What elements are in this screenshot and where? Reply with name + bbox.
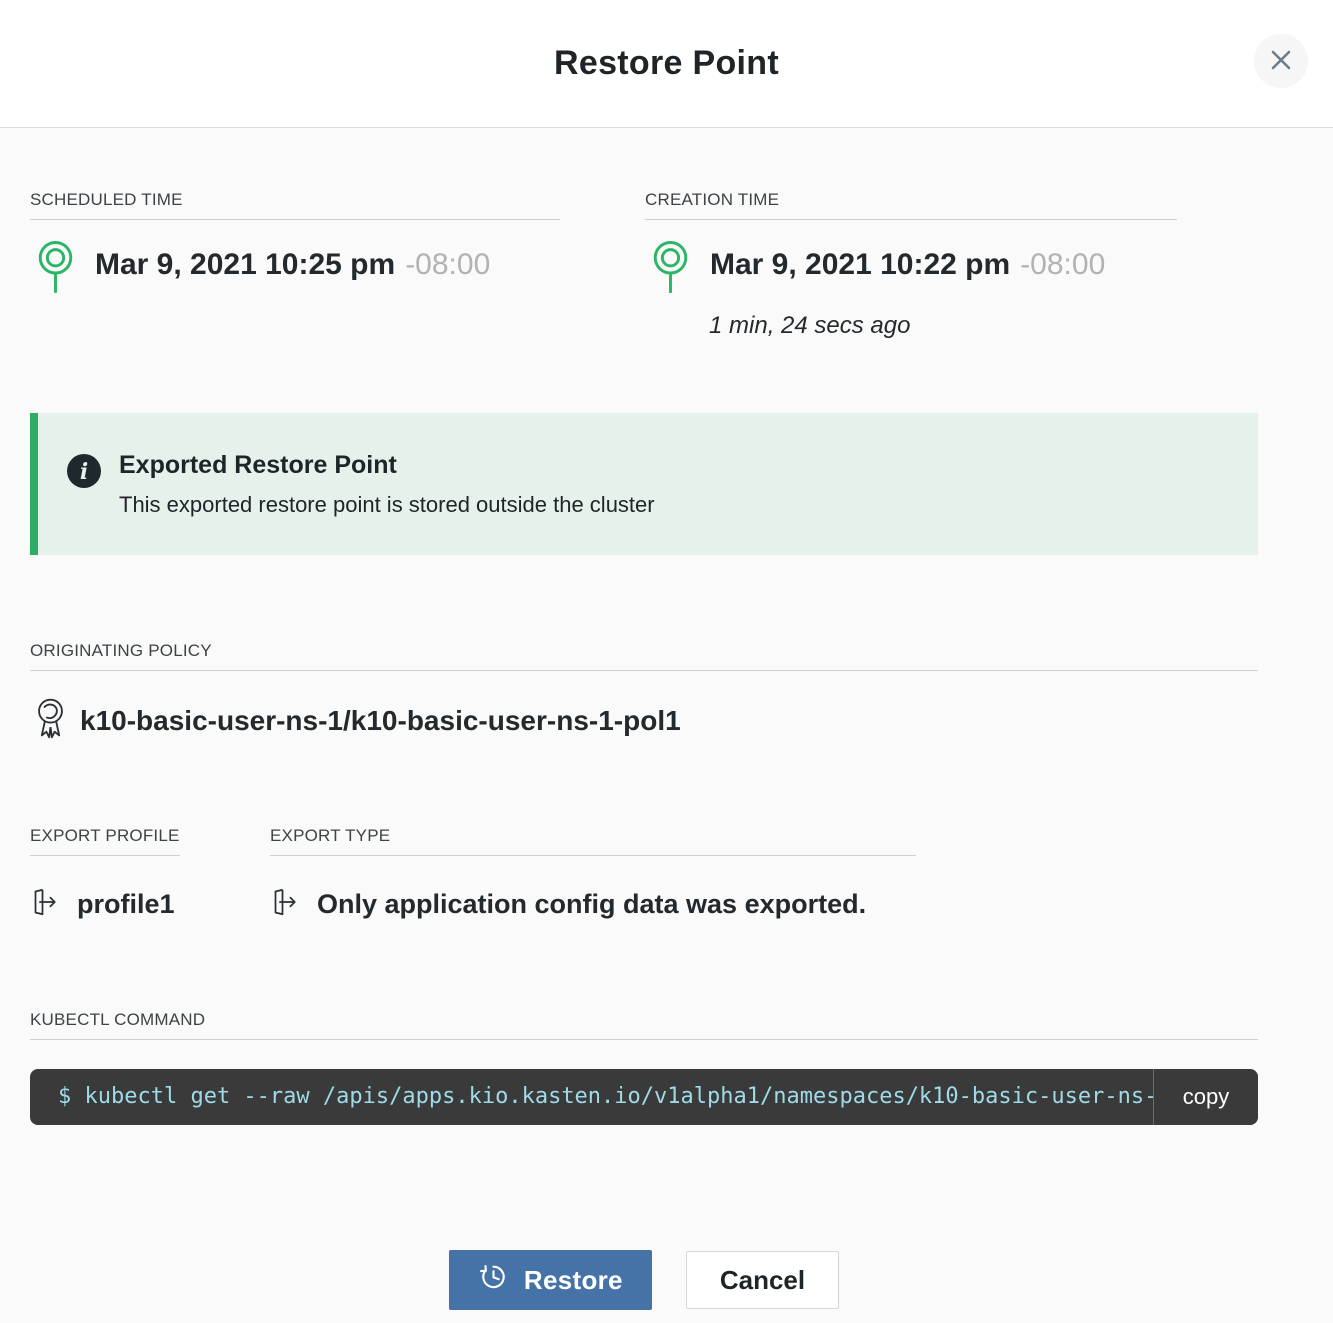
policy-award-icon	[34, 696, 67, 745]
restore-button[interactable]: Restore	[449, 1250, 652, 1310]
time-row: SCHEDULED TIME Mar 9, 2021 10:25 pm -08:…	[30, 190, 1258, 340]
restore-point-modal: Restore Point SCHEDULED TIME	[0, 0, 1333, 1323]
creation-time-label: CREATION TIME	[645, 190, 1177, 220]
time-pin-icon	[652, 239, 689, 300]
time-pin-icon	[37, 239, 74, 300]
scheduled-time-label: SCHEDULED TIME	[30, 190, 560, 220]
cancel-button[interactable]: Cancel	[686, 1251, 839, 1309]
export-profile-value: profile1	[77, 889, 175, 920]
close-icon	[1268, 47, 1294, 76]
export-type-section: EXPORT TYPE Only application config data…	[270, 826, 916, 922]
restore-button-label: Restore	[524, 1265, 623, 1296]
kubectl-command-section: KUBECTL COMMAND $ kubectl get --raw /api…	[30, 1010, 1258, 1125]
copy-button[interactable]: copy	[1153, 1069, 1258, 1125]
export-profile-section: EXPORT PROFILE profile1	[30, 826, 270, 922]
creation-relative-time: 1 min, 24 secs ago	[709, 312, 1177, 340]
kubectl-command-label: KUBECTL COMMAND	[30, 1010, 1258, 1040]
modal-actions: Restore Cancel	[30, 1250, 1258, 1310]
page-title: Restore Point	[554, 44, 779, 83]
creation-timezone: -08:00	[1020, 239, 1105, 291]
scheduled-timezone: -08:00	[405, 239, 490, 291]
close-button[interactable]	[1254, 34, 1308, 88]
kubectl-code-block: $ kubectl get --raw /apis/apps.kio.kaste…	[30, 1069, 1258, 1125]
scheduled-datetime: Mar 9, 2021 10:25 pm	[95, 239, 395, 291]
svg-text:i: i	[80, 459, 88, 485]
export-profile-label: EXPORT PROFILE	[30, 826, 180, 856]
modal-header: Restore Point	[0, 0, 1333, 128]
info-icon: i	[66, 453, 102, 494]
modal-body: SCHEDULED TIME Mar 9, 2021 10:25 pm -08:…	[0, 128, 1333, 1323]
originating-policy-section: ORIGINATING POLICY k10-basic-user-ns-1/k…	[30, 641, 1258, 745]
restore-history-icon	[478, 1261, 509, 1299]
exported-restore-point-banner: i Exported Restore Point This exported r…	[30, 413, 1258, 555]
creation-datetime: Mar 9, 2021 10:22 pm	[710, 239, 1010, 291]
export-type-label: EXPORT TYPE	[270, 826, 916, 856]
export-icon	[32, 887, 60, 922]
export-type-value: Only application config data was exporte…	[317, 889, 866, 920]
originating-policy-value: k10-basic-user-ns-1/k10-basic-user-ns-1-…	[80, 705, 681, 737]
banner-title: Exported Restore Point	[119, 451, 655, 480]
scheduled-time-section: SCHEDULED TIME Mar 9, 2021 10:25 pm -08:…	[30, 190, 560, 340]
banner-message: This exported restore point is stored ou…	[119, 492, 655, 518]
originating-policy-label: ORIGINATING POLICY	[30, 641, 1258, 671]
creation-time-section: CREATION TIME Mar 9, 2021 10:22 pm -08:0…	[645, 190, 1177, 340]
kubectl-command-text: $ kubectl get --raw /apis/apps.kio.kaste…	[30, 1069, 1153, 1125]
export-icon	[272, 887, 300, 922]
